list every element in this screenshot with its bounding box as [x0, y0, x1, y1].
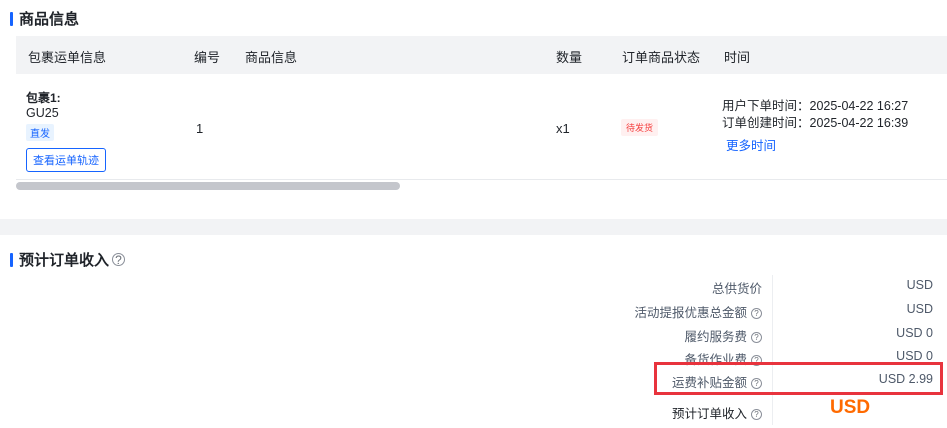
item-quantity: x1	[556, 121, 570, 136]
order-status-badge: 待发货	[621, 119, 659, 136]
income-value: USD	[906, 302, 933, 316]
total-label-text: 预计订单收入	[672, 407, 748, 421]
income-label: 活动提报优惠总金额	[634, 306, 747, 320]
product-table-header: 包裹运单信息 编号 商品信息 数量 订单商品状态 时间	[16, 36, 947, 74]
estimated-income-label: 预计订单收入?	[672, 403, 763, 422]
income-value: USD 0	[896, 326, 933, 340]
income-row-promo-discount: 活动提报优惠总金额? USD	[560, 298, 947, 322]
product-section-title: 商品信息	[10, 8, 79, 29]
income-value: USD	[906, 278, 933, 292]
income-row-supply-price: 总供货价 USD	[560, 274, 947, 298]
question-circle-icon[interactable]: ?	[751, 409, 763, 420]
question-circle-icon[interactable]: ?	[751, 308, 762, 319]
section-divider	[0, 219, 947, 235]
column-header-package: 包裹运单信息	[28, 50, 107, 65]
package-title: 包裹1:	[26, 91, 61, 105]
ship-type-tag: 直发	[26, 124, 54, 141]
highlight-box	[654, 362, 943, 395]
user-order-time: 用户下单时间：2025-04-22 16:27	[722, 99, 909, 113]
estimated-income-value: USD	[830, 397, 871, 418]
title-accent-bar	[10, 252, 13, 267]
column-header-product: 商品信息	[245, 50, 298, 65]
scrollbar-thumb[interactable]	[16, 182, 400, 190]
order-create-time: 订单创建时间：2025-04-22 16:39	[722, 116, 909, 130]
income-label: 总供货价	[711, 282, 762, 296]
income-section-title: 预计订单收入 ?	[10, 249, 126, 270]
more-time-link[interactable]: 更多时间	[726, 135, 776, 154]
income-row-fulfillment-fee: 履约服务费? USD 0	[560, 322, 947, 346]
income-section-title-text: 预计订单收入	[19, 252, 110, 269]
package-code: GU25	[26, 106, 59, 120]
title-accent-bar	[10, 11, 13, 26]
column-header-number: 编号	[194, 50, 221, 65]
income-value: USD 0	[896, 349, 933, 363]
question-circle-icon[interactable]: ?	[751, 332, 762, 343]
column-header-quantity: 数量	[556, 50, 583, 65]
column-header-status: 订单商品状态	[622, 50, 701, 65]
item-number: 1	[196, 121, 204, 136]
question-circle-icon[interactable]: ?	[112, 253, 126, 266]
income-label: 履约服务费	[684, 330, 747, 344]
horizontal-scrollbar[interactable]	[16, 182, 947, 190]
table-row: 包裹1: GU25 直发 查看运单轨迹 1 x1 待发货 用户下单时间：2025…	[16, 74, 947, 180]
column-header-time: 时间	[724, 50, 751, 65]
view-tracking-button[interactable]: 查看运单轨迹	[26, 148, 106, 172]
product-section-title-text: 商品信息	[19, 11, 80, 28]
